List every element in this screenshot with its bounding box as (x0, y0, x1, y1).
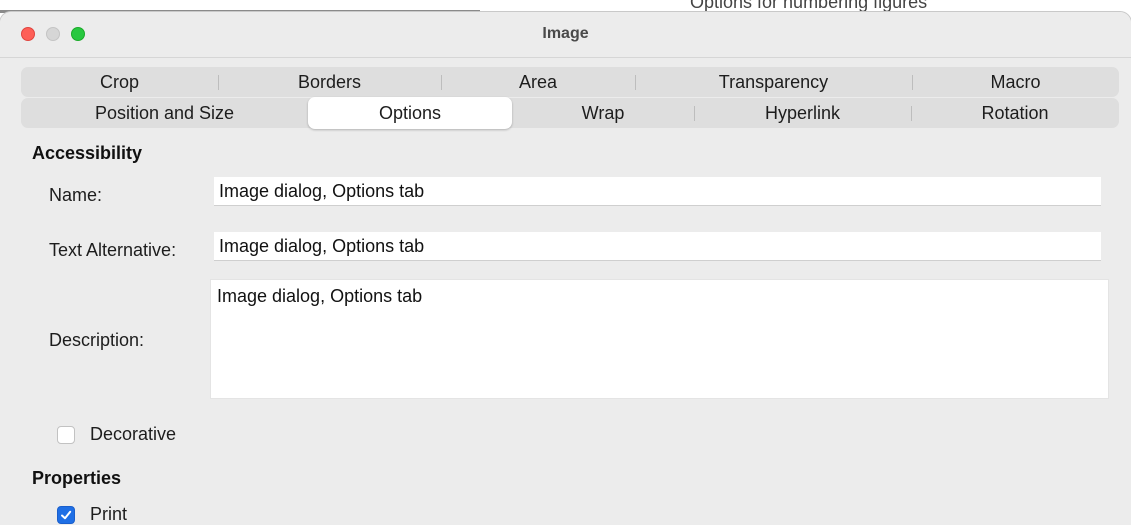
tab-area[interactable]: Area (441, 67, 635, 97)
tab-macro[interactable]: Macro (912, 67, 1119, 97)
text-alternative-label: Text Alternative: (49, 240, 177, 260)
window-title: Image (542, 25, 589, 42)
tab-row-bottom: Position and Size Options Wrap Hyperlink… (21, 97, 1119, 129)
decorative-checkbox[interactable] (57, 426, 75, 444)
tab-row-top: Crop Borders Area Transparency Macro (21, 67, 1119, 97)
image-dialog: Image Crop Borders Area Transparency Mac… (0, 12, 1131, 525)
name-label: Name: (49, 185, 103, 205)
text-alternative-input[interactable] (214, 232, 1101, 261)
options-panel: Accessibility Name: Text Alternative: De… (21, 130, 1119, 525)
checkmark-icon (61, 510, 72, 520)
description-label: Description: (49, 330, 145, 350)
description-textarea[interactable]: Image dialog, Options tab (210, 279, 1109, 399)
accessibility-heading: Accessibility (32, 143, 143, 163)
decorative-label: Decorative (90, 424, 177, 444)
tab-borders[interactable]: Borders (218, 67, 441, 97)
tab-rotation[interactable]: Rotation (911, 98, 1119, 128)
tab-position-and-size[interactable]: Position and Size (21, 98, 308, 128)
title-bar: Image (0, 12, 1131, 58)
properties-heading: Properties (32, 468, 122, 488)
tab-options[interactable]: Options (308, 97, 512, 129)
print-label: Print (90, 504, 128, 524)
print-checkbox[interactable] (57, 506, 75, 524)
tab-crop[interactable]: Crop (21, 67, 218, 97)
tab-wrap[interactable]: Wrap (512, 98, 694, 128)
name-input[interactable] (214, 177, 1101, 206)
tab-transparency[interactable]: Transparency (635, 67, 912, 97)
tab-hyperlink[interactable]: Hyperlink (694, 98, 911, 128)
